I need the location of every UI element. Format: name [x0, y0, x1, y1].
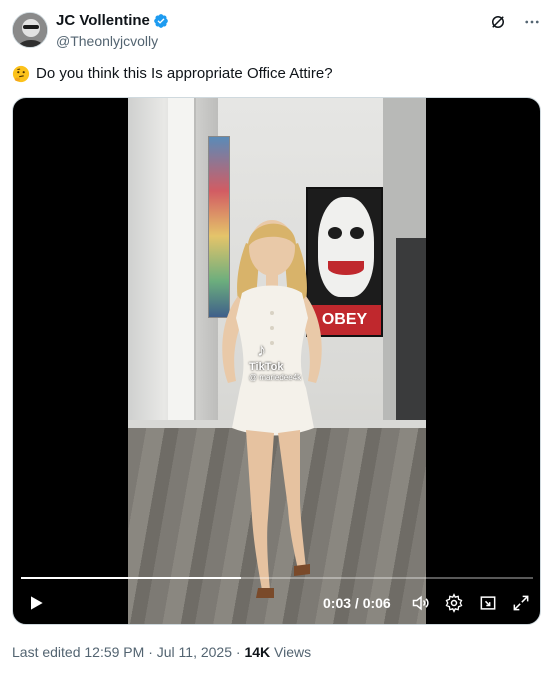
tiktok-logo-icon: ♪: [257, 340, 266, 360]
video-controls: 0:03 / 0:06: [13, 588, 540, 618]
edited-timestamp[interactable]: Last edited 12:59 PM · Jul 11, 2025 ·: [12, 644, 244, 660]
avatar[interactable]: [12, 12, 48, 48]
fullscreen-icon[interactable]: [508, 588, 534, 618]
volume-icon[interactable]: [408, 588, 434, 618]
video-player[interactable]: OBEY ♪ TikTok @ mariedee4k 0:03 / 0:06: [12, 97, 541, 625]
tweet-text: Do you think this Is appropriate Office …: [12, 64, 333, 84]
more-options-icon[interactable]: [522, 12, 542, 32]
thinking-face-emoji: [12, 65, 30, 83]
tiktok-brand: TikTok: [249, 361, 284, 373]
views-label: Views: [270, 644, 312, 660]
author-info: JC Vollentine @Theonlyjcvolly: [56, 12, 169, 50]
tiktok-watermark: ♪ TikTok @ mariedee4k: [249, 340, 301, 382]
verified-badge-icon: [153, 13, 169, 29]
avatar-image: [13, 13, 47, 47]
tweet-meta: Last edited 12:59 PM · Jul 11, 2025 · 14…: [12, 643, 311, 661]
time-display: 0:03 / 0:06: [323, 595, 391, 611]
play-icon[interactable]: [23, 588, 49, 618]
gear-icon[interactable]: [441, 588, 467, 618]
tweet-text-content: Do you think this Is appropriate Office …: [36, 65, 333, 82]
tiktok-username: @ mariedee4k: [249, 373, 302, 382]
grok-icon[interactable]: [488, 12, 508, 32]
picture-in-picture-icon[interactable]: [475, 588, 501, 618]
tweet-header: JC Vollentine @Theonlyjcvolly: [12, 10, 542, 54]
author-display-name[interactable]: JC Vollentine: [56, 12, 150, 30]
progress-bar[interactable]: [21, 577, 533, 579]
video-frame[interactable]: OBEY ♪ TikTok @ mariedee4k: [128, 98, 426, 624]
author-handle[interactable]: @Theonlyjcvolly: [56, 32, 169, 50]
views-count: 14K: [244, 644, 271, 660]
progress-fill: [21, 577, 242, 579]
